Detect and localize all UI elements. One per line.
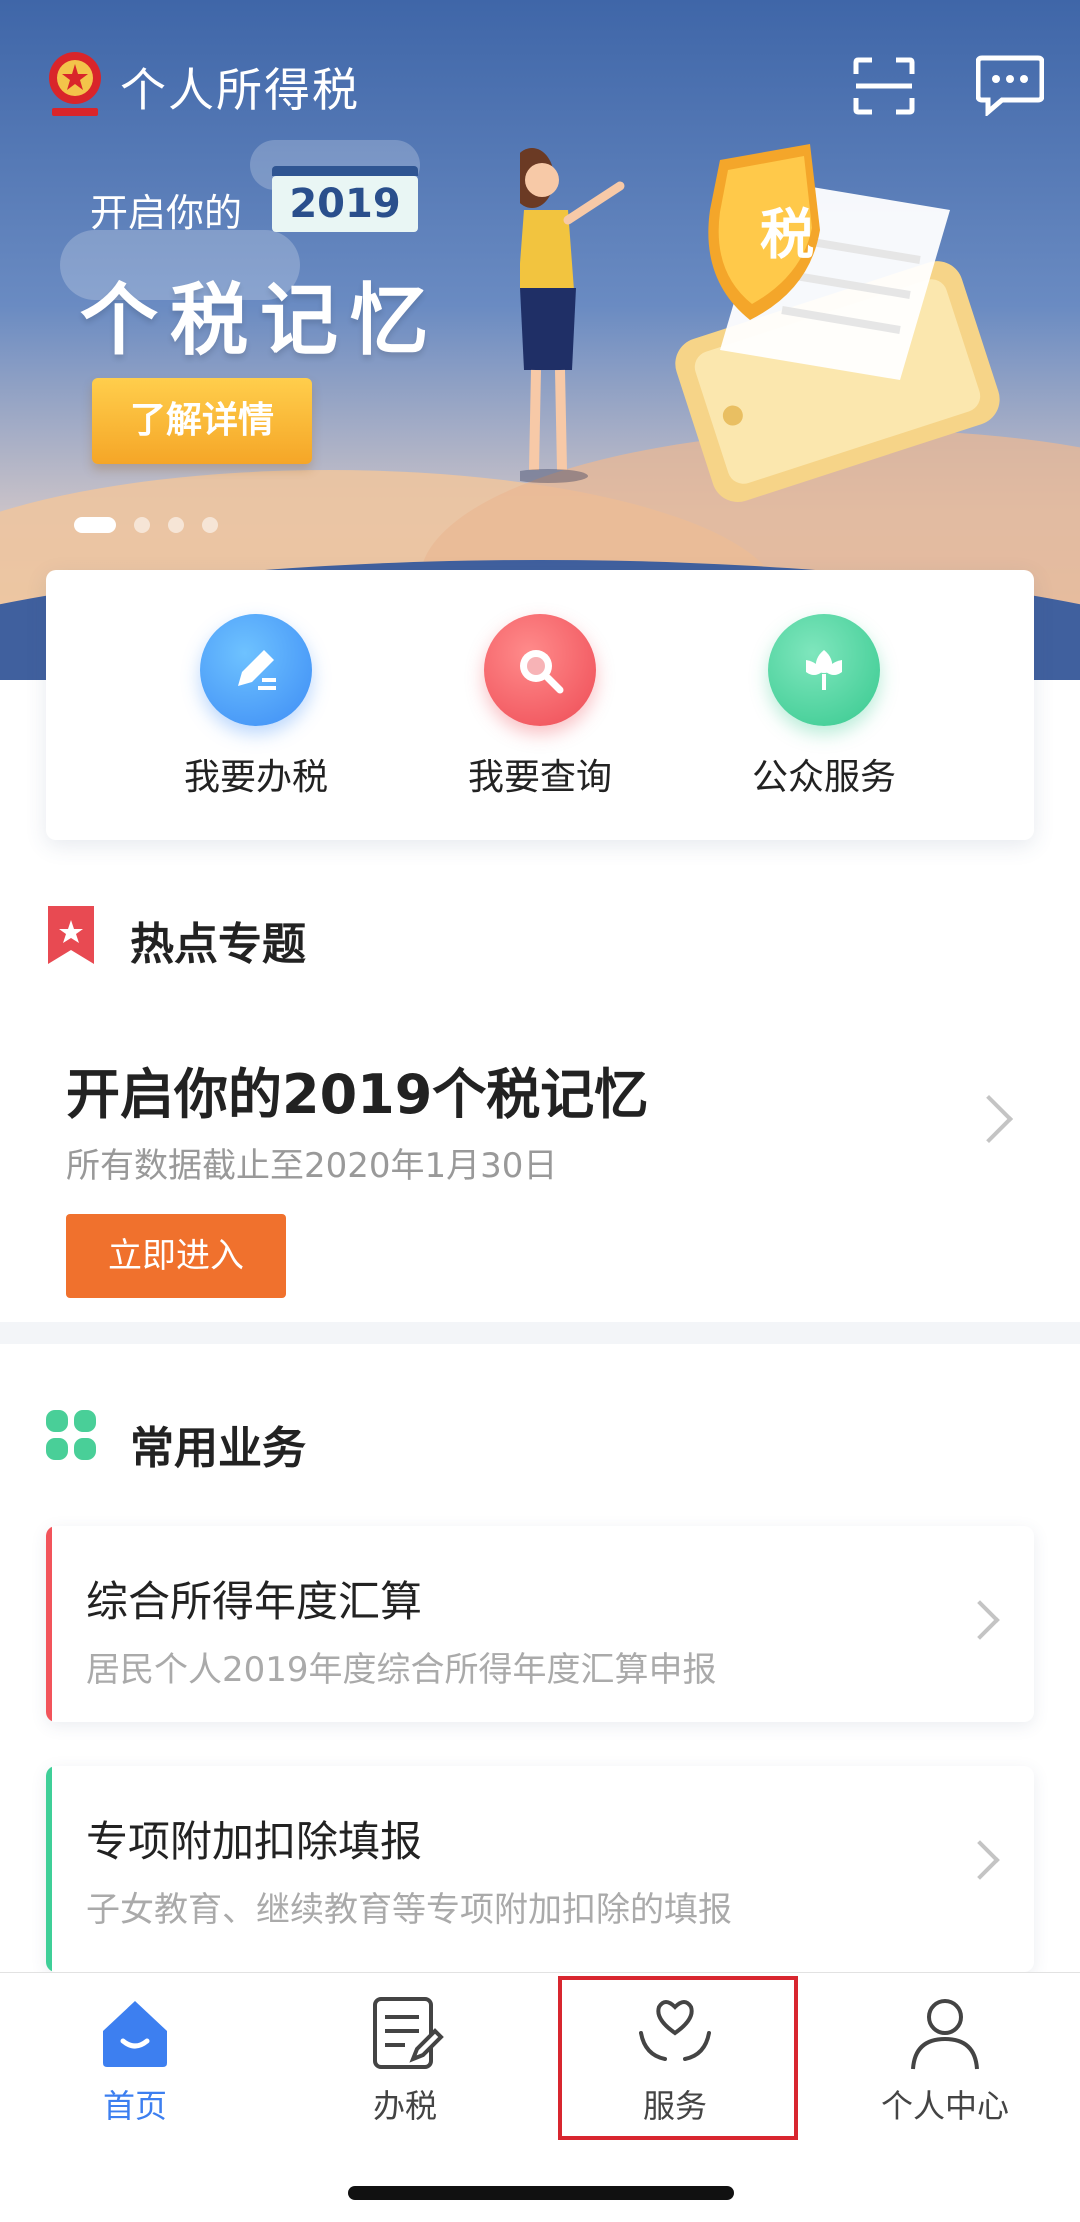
carousel-dot-active[interactable] (74, 516, 116, 533)
task-subtitle: 居民个人2019年度综合所得年度汇算申报 (86, 1650, 717, 1690)
section-title: 常用业务 (130, 1423, 306, 1474)
tax-form-icon (373, 1997, 444, 2069)
carousel-indicator[interactable] (74, 514, 236, 534)
scan-icon[interactable] (852, 56, 916, 116)
banner-line1: 开启你的 (90, 191, 243, 235)
task-title: 综合所得年度汇算 (86, 1577, 423, 1626)
tab-label: 办税 (372, 2087, 437, 2125)
shield-badge-text: 税 (760, 203, 814, 266)
top-bar: 个人所得税 (0, 44, 1080, 124)
task-subtitle: 子女教育、继续教育等专项附加扣除的填报 (86, 1890, 732, 1930)
quick-actions-card: 我要办税 我要查询 公众服务 (46, 570, 1034, 840)
carousel-dot[interactable] (202, 516, 218, 533)
accent-bar (46, 1766, 52, 1972)
section-title: 热点专题 (130, 919, 306, 970)
home-icon (103, 2001, 167, 2067)
accent-bar (46, 1526, 52, 1722)
bookmark-star-icon (48, 906, 94, 964)
hot-topics-header: 热点专题 (46, 900, 646, 970)
user-icon (911, 1999, 979, 2070)
task-special-deduction[interactable]: 专项附加扣除填报 子女教育、继续教育等专项附加扣除的填报 (46, 1766, 1034, 1972)
national-emblem-icon (49, 52, 101, 116)
tab-home[interactable]: 首页 (0, 1993, 270, 2127)
chevron-right-icon (960, 1600, 1000, 1640)
chevron-right-icon (960, 1840, 1000, 1880)
enter-now-button[interactable]: 立即进入 (66, 1214, 286, 1298)
hot-topic-title: 开启你的2019个税记忆 (66, 1063, 649, 1126)
task-title: 专项附加扣除填报 (86, 1817, 423, 1866)
home-indicator[interactable] (348, 2186, 734, 2200)
flower-icon (768, 614, 880, 726)
task-annual-settlement[interactable]: 综合所得年度汇算 居民个人2019年度综合所得年度汇算申报 (46, 1526, 1034, 1722)
tab-label: 首页 (102, 2087, 167, 2125)
chevron-right-icon (964, 1094, 1014, 1144)
common-tasks-header: 常用业务 (46, 1404, 646, 1474)
tab-label: 个人中心 (880, 2087, 1009, 2125)
quick-action-do-tax[interactable]: 我要办税 (146, 614, 366, 800)
search-icon (484, 614, 596, 726)
learn-more-button[interactable]: 了解详情 (92, 378, 312, 464)
quick-action-public-service[interactable]: 公众服务 (714, 614, 934, 800)
quick-action-label: 我要办税 (183, 757, 328, 798)
quick-action-query[interactable]: 我要查询 (430, 614, 650, 800)
carousel-dot[interactable] (168, 516, 184, 533)
carousel-dot[interactable] (134, 516, 150, 533)
tab-tax[interactable]: 办税 (270, 1993, 540, 2127)
banner-title: 个税记忆 (80, 276, 441, 366)
service-tab-highlight (558, 1976, 798, 2140)
quick-action-label: 公众服务 (751, 757, 896, 798)
quick-action-label: 我要查询 (467, 757, 612, 798)
grid-clover-icon (46, 1410, 96, 1460)
tab-profile[interactable]: 个人中心 (810, 1993, 1080, 2127)
edit-icon (200, 614, 312, 726)
hot-topic-subtitle: 所有数据截止至2020年1月30日 (66, 1146, 558, 1186)
app-title: 个人所得税 (120, 63, 360, 117)
message-icon[interactable] (976, 54, 1044, 116)
banner-year-calendar: 2019 (272, 166, 418, 232)
bottom-tab-bar: 首页 办税 服务 个人中心 (0, 1972, 1080, 2222)
section-divider (0, 1322, 1080, 1344)
